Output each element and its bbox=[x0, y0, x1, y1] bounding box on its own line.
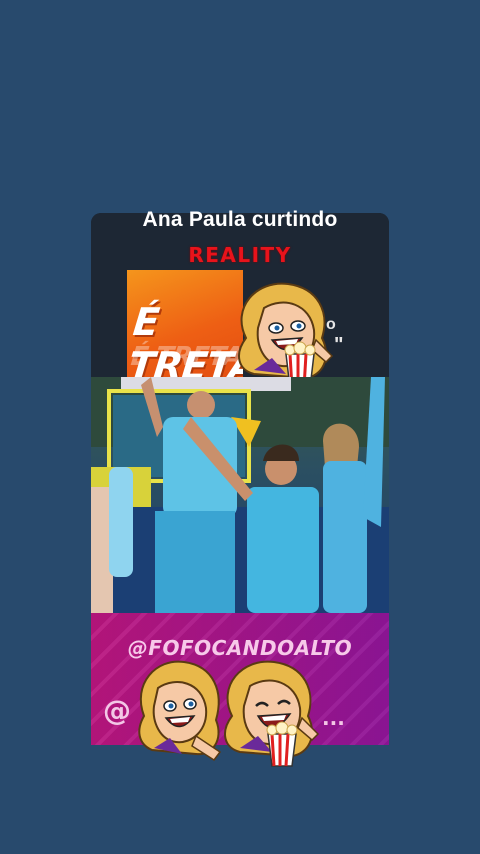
post-title: Ana Paula curtindo bbox=[142, 208, 338, 231]
cartoon-blonde-woman-popcorn-icon-2 bbox=[224, 660, 320, 767]
cartoon-blonde-woman-popcorn-icon bbox=[238, 282, 334, 389]
quote-mark-double: " bbox=[334, 334, 344, 356]
at-symbol: @ bbox=[103, 694, 131, 727]
reality-badge: REALITY bbox=[188, 243, 292, 267]
quote-mark-small: o bbox=[326, 316, 336, 333]
video-frame-photo bbox=[91, 377, 389, 613]
